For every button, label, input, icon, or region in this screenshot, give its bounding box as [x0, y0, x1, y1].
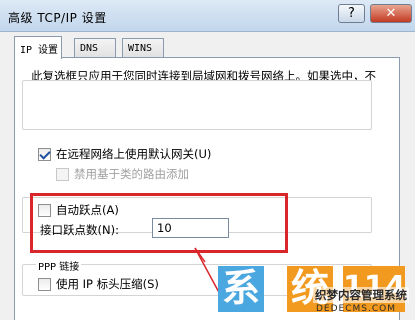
window-title: 高级 TCP/IP 设置 — [8, 11, 107, 25]
title-bar: 高级 TCP/IP 设置 ? ✕ — [0, 0, 415, 32]
class-route-option: 禁用基于类的路由添加 — [56, 166, 189, 182]
default-gateway-label: 在远程网络上使用默认网关(U) — [56, 147, 212, 161]
watermark-char-1: 系 — [218, 266, 264, 312]
watermark-text-line-2: DEDECMS.COM — [316, 304, 396, 314]
tab-wins[interactable]: WINS — [122, 38, 164, 58]
help-button[interactable]: ? — [338, 4, 365, 23]
header-compression-checkbox[interactable] — [38, 277, 51, 291]
default-gateway-checkbox[interactable] — [38, 147, 51, 161]
default-gateway-option[interactable]: 在远程网络上使用默认网关(U) — [38, 146, 211, 162]
highlight-frame — [30, 193, 288, 253]
close-button[interactable]: ✕ — [370, 4, 412, 23]
ppp-group-label: PPP 链接 — [36, 258, 82, 273]
gateway-group — [22, 80, 372, 130]
header-compression-option[interactable]: 使用 IP 标头压缩(S) — [38, 276, 159, 292]
watermark-text-line-1: 织梦内容管理系统 — [313, 287, 409, 303]
tab-dns[interactable]: DNS — [74, 38, 116, 58]
class-route-label: 禁用基于类的路由添加 — [74, 167, 189, 181]
header-compression-label: 使用 IP 标头压缩(S) — [56, 277, 159, 291]
tab-ip-settings[interactable]: IP 设置 — [14, 36, 62, 59]
class-route-checkbox — [56, 167, 69, 181]
